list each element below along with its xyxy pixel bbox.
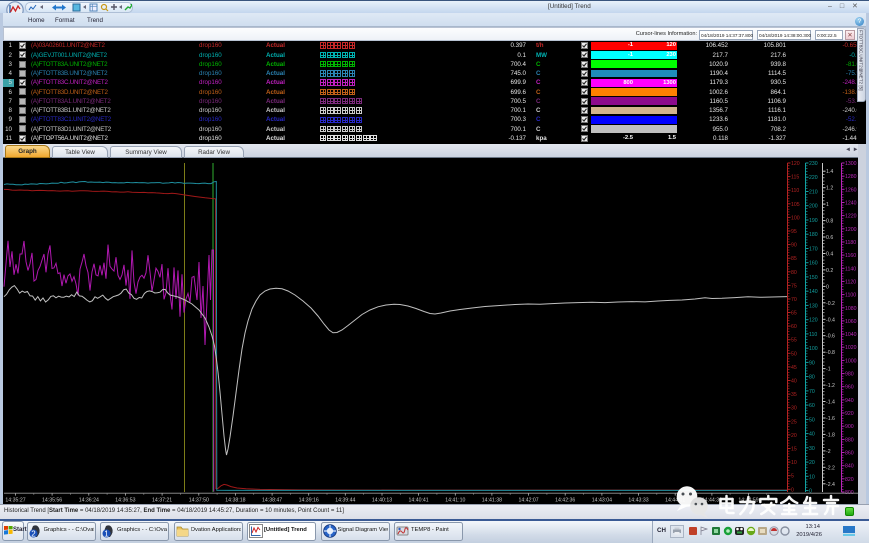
svg-text:55: 55 <box>791 338 797 344</box>
svg-text:1100: 1100 <box>845 293 856 299</box>
svg-text:40: 40 <box>809 432 815 438</box>
svg-text:1120: 1120 <box>845 279 856 285</box>
svg-text:960: 960 <box>845 385 854 391</box>
svg-text:70: 70 <box>791 297 797 303</box>
svg-text:100: 100 <box>809 346 818 352</box>
svg-text:-2.2: -2.2 <box>826 465 835 471</box>
svg-text:95: 95 <box>791 229 797 235</box>
svg-text:980: 980 <box>845 372 854 378</box>
svg-text:110: 110 <box>791 188 799 194</box>
svg-text:150: 150 <box>809 275 818 281</box>
svg-text:200: 200 <box>809 204 818 210</box>
svg-text:0.8: 0.8 <box>826 219 833 225</box>
svg-text:15: 15 <box>791 447 797 453</box>
svg-text:-1: -1 <box>826 367 831 373</box>
svg-text:60: 60 <box>791 324 797 330</box>
svg-text:50: 50 <box>791 351 797 357</box>
svg-text:25: 25 <box>791 419 797 425</box>
svg-text:115: 115 <box>791 175 799 181</box>
svg-text:20: 20 <box>809 460 815 466</box>
svg-text:1280: 1280 <box>845 174 857 180</box>
svg-text:80: 80 <box>809 375 815 381</box>
svg-text:-0.4: -0.4 <box>826 317 835 323</box>
svg-text:230: 230 <box>809 161 818 167</box>
svg-text:1040: 1040 <box>845 332 857 338</box>
svg-text:85: 85 <box>791 256 797 262</box>
svg-text:50: 50 <box>809 417 815 423</box>
svg-text:920: 920 <box>845 411 854 417</box>
svg-text:20: 20 <box>791 433 797 439</box>
svg-text:220: 220 <box>809 175 818 181</box>
svg-text:1180: 1180 <box>845 240 856 246</box>
svg-text:30: 30 <box>791 406 797 412</box>
svg-text:-0.8: -0.8 <box>826 350 835 356</box>
svg-text:0.2: 0.2 <box>826 268 833 274</box>
svg-text:860: 860 <box>845 451 854 457</box>
svg-text:880: 880 <box>845 437 854 443</box>
svg-text:1060: 1060 <box>845 319 857 325</box>
svg-text:0.6: 0.6 <box>826 235 833 241</box>
svg-text:60: 60 <box>809 403 815 409</box>
svg-text:1240: 1240 <box>845 201 857 207</box>
svg-text:1140: 1140 <box>845 266 856 272</box>
svg-text:1.4: 1.4 <box>826 169 833 175</box>
svg-text:180: 180 <box>809 232 818 238</box>
svg-text:45: 45 <box>791 365 797 371</box>
svg-text:840: 840 <box>845 464 854 470</box>
svg-text:-1.8: -1.8 <box>826 432 835 438</box>
svg-text:90: 90 <box>809 360 815 366</box>
svg-text:210: 210 <box>809 190 818 196</box>
svg-text:120: 120 <box>791 161 800 167</box>
svg-text:1160: 1160 <box>845 253 856 259</box>
svg-text:100: 100 <box>791 215 800 221</box>
svg-text:40: 40 <box>791 379 797 385</box>
svg-text:140: 140 <box>809 289 818 295</box>
svg-text:30: 30 <box>809 446 815 452</box>
svg-text:65: 65 <box>791 311 797 317</box>
svg-text:-1.4: -1.4 <box>826 400 835 406</box>
svg-text:-0.6: -0.6 <box>826 334 835 340</box>
svg-text:130: 130 <box>809 303 818 309</box>
svg-text:105: 105 <box>791 202 800 208</box>
svg-text:1000: 1000 <box>845 358 857 364</box>
svg-text:-2: -2 <box>826 449 831 455</box>
svg-text:1200: 1200 <box>845 227 857 233</box>
svg-text:120: 120 <box>809 318 818 324</box>
svg-text:1300: 1300 <box>845 161 857 167</box>
svg-text:0: 0 <box>826 284 829 290</box>
svg-text:90: 90 <box>791 243 797 249</box>
svg-text:70: 70 <box>809 389 815 395</box>
svg-text:900: 900 <box>845 424 854 430</box>
svg-text:-0.2: -0.2 <box>826 301 835 307</box>
svg-text:1: 1 <box>826 202 829 208</box>
svg-text:35: 35 <box>791 392 797 398</box>
svg-text:940: 940 <box>845 398 854 404</box>
svg-text:1.2: 1.2 <box>826 186 833 192</box>
svg-text:1220: 1220 <box>845 214 857 220</box>
svg-text:190: 190 <box>809 218 818 224</box>
svg-text:75: 75 <box>791 283 797 289</box>
svg-text:-1.2: -1.2 <box>826 383 835 389</box>
svg-text:80: 80 <box>791 270 797 276</box>
svg-text:-1.6: -1.6 <box>826 416 835 422</box>
svg-text:1080: 1080 <box>845 306 857 312</box>
svg-text:10: 10 <box>791 460 797 466</box>
svg-text:1260: 1260 <box>845 187 857 193</box>
svg-text:0.4: 0.4 <box>826 252 833 258</box>
svg-text:1020: 1020 <box>845 345 857 351</box>
svg-text:170: 170 <box>809 247 818 253</box>
svg-text:110: 110 <box>809 332 817 338</box>
svg-text:5: 5 <box>791 474 794 480</box>
svg-text:160: 160 <box>809 261 818 267</box>
